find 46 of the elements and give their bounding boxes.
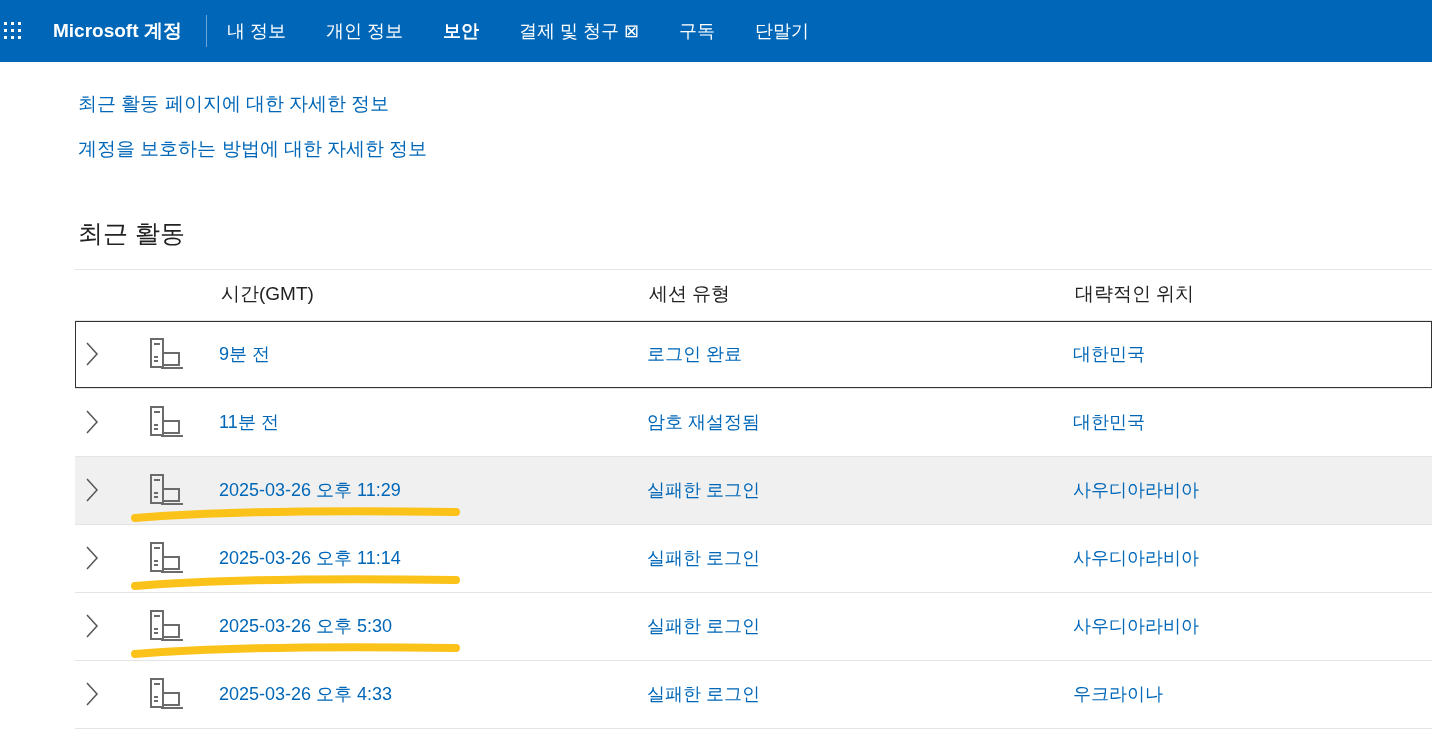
devices-icon (149, 677, 185, 711)
session-cell-text: 로그인 완료 (647, 342, 743, 366)
devices-icon (149, 405, 185, 439)
expand-chevron-icon[interactable] (85, 613, 99, 639)
session-cell-text: 암호 재설정됨 (647, 410, 761, 434)
activity-row[interactable]: 9분 전 로그인 완료 대한민국 (75, 320, 1432, 389)
session-cell-text: 실패한 로그인 (647, 614, 761, 638)
section-title: 최근 활동 (77, 218, 186, 249)
nav-tab[interactable]: 구독 (678, 17, 715, 45)
time-cell[interactable]: 2025-03-26 오후 11:14 (219, 544, 647, 572)
expand-chevron-icon[interactable] (85, 545, 99, 571)
expand-chevron-icon[interactable] (85, 409, 99, 435)
time-cell[interactable]: 2025-03-26 오후 11:29 (219, 476, 647, 504)
location-cell-text: 대한민국 (1073, 410, 1145, 434)
time-cell[interactable]: 2025-03-26 오후 5:30 (219, 612, 647, 640)
session-cell-text: 실패한 로그인 (647, 478, 761, 502)
column-header: 세션 유형 (649, 282, 732, 307)
expand-chevron-icon[interactable] (85, 681, 99, 707)
expand-chevron-icon[interactable] (85, 341, 99, 367)
info-link[interactable]: 계정을 보호하는 방법에 대한 자세한 정보 (78, 134, 1432, 163)
brand-title[interactable]: Microsoft 계정 (53, 16, 182, 46)
app-launcher-icon[interactable] (4, 22, 22, 40)
location-cell-text: 사우디아라비아 (1073, 478, 1199, 502)
devices-icon (149, 609, 185, 643)
location-cell-text: 대한민국 (1073, 342, 1145, 366)
time-cell[interactable]: 9분 전 (219, 340, 647, 368)
expand-chevron-icon[interactable] (85, 477, 99, 503)
location-cell-text: 우크라이나 (1073, 682, 1163, 706)
nav-tab[interactable]: 개인 정보 (325, 17, 403, 45)
column-header: 대략적인 위치 (1075, 282, 1195, 307)
devices-icon (149, 541, 185, 575)
time-cell[interactable]: 2025-03-26 오후 4:33 (219, 680, 647, 708)
location-cell-text: 사우디아라비아 (1073, 614, 1199, 638)
nav-tab[interactable]: 결제 및 청구 ⊠ (518, 17, 639, 45)
time-cell[interactable]: 11분 전 (219, 408, 647, 436)
nav-tab[interactable]: 보안 (442, 17, 479, 45)
session-cell-text: 실패한 로그인 (647, 546, 761, 570)
nav-tab[interactable]: 단말기 (754, 17, 809, 45)
location-cell-text: 사우디아라비아 (1073, 546, 1199, 570)
column-header: 시간(GMT) (221, 282, 315, 307)
activity-row[interactable]: 2025-03-26 오후 11:29 실패한 로그인 사우디아라비아 (75, 456, 1432, 525)
session-cell-text: 실패한 로그인 (647, 682, 761, 706)
nav-tab[interactable]: 내 정보 (226, 17, 286, 45)
info-link[interactable]: 최근 활동 페이지에 대한 자세한 정보 (78, 90, 1432, 119)
devices-icon (149, 337, 185, 371)
devices-icon (149, 473, 185, 507)
